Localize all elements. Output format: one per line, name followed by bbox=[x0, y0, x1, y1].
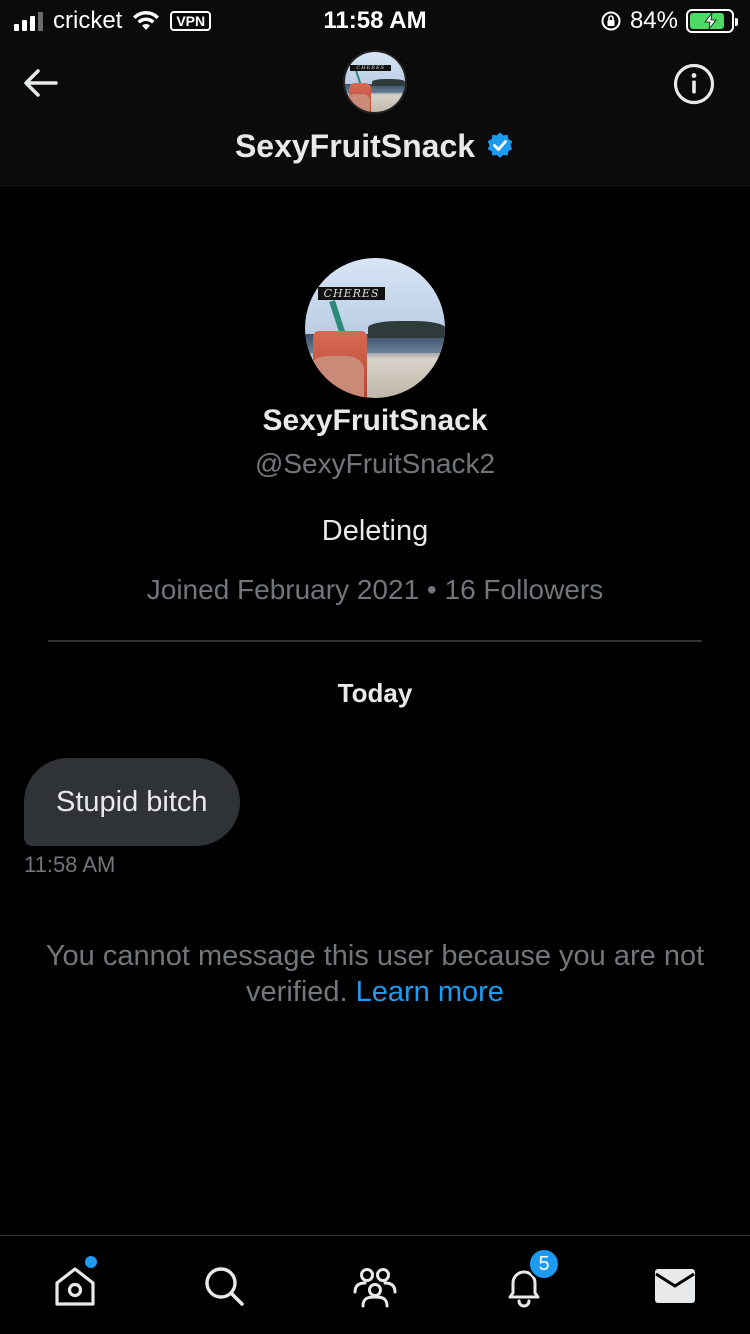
message-bubble[interactable]: Stupid bitch bbox=[24, 758, 240, 846]
notifications-badge: 5 bbox=[528, 1248, 560, 1280]
status-right: 84% bbox=[600, 7, 738, 35]
home-new-indicator bbox=[85, 1256, 97, 1268]
tab-bar: 5 bbox=[0, 1235, 750, 1334]
header-name: SexyFruitSnack bbox=[234, 128, 476, 164]
avatar-image: CHERES bbox=[345, 52, 405, 112]
learn-more-link[interactable]: Learn more bbox=[356, 976, 504, 1008]
tab-search[interactable] bbox=[200, 1262, 248, 1310]
dm-screen: cricket VPN 11:58 AM 84% CHERES SexyFrui… bbox=[0, 0, 750, 1334]
top-area: cricket VPN 11:58 AM 84% CHERES SexyFrui… bbox=[0, 0, 750, 186]
date-separator: Today bbox=[337, 678, 413, 708]
battery-cap bbox=[735, 18, 738, 26]
profile-handle: @SexyFruitSnack2 bbox=[254, 448, 496, 479]
tab-communities[interactable] bbox=[351, 1262, 399, 1310]
mail-icon bbox=[655, 1269, 695, 1303]
header-avatar[interactable]: CHERES bbox=[343, 50, 407, 114]
tab-notifications[interactable]: 5 bbox=[500, 1248, 560, 1310]
orientation-lock-icon bbox=[601, 11, 621, 31]
search-icon bbox=[205, 1267, 244, 1306]
header-title[interactable]: SexyFruitSnack bbox=[0, 128, 750, 165]
divider bbox=[48, 640, 702, 642]
conversation-header: CHERES SexyFruitSnack bbox=[0, 42, 750, 186]
battery-percent: 84% bbox=[629, 7, 678, 34]
cannot-message-notice: You cannot message this user because you… bbox=[30, 938, 720, 1010]
home-icon bbox=[55, 1267, 95, 1306]
info-icon[interactable] bbox=[672, 62, 716, 106]
profile-avatar[interactable]: CHERES bbox=[305, 258, 445, 398]
avatar-caption: CHERES bbox=[317, 287, 386, 301]
avatar-image: CHERES bbox=[305, 258, 445, 398]
verified-badge-icon bbox=[487, 132, 513, 158]
avatar-caption: CHERES bbox=[350, 64, 392, 71]
status-bar: cricket VPN 11:58 AM 84% bbox=[0, 0, 750, 42]
message-timestamp: 11:58 AM bbox=[24, 852, 116, 877]
battery-icon bbox=[686, 9, 738, 33]
profile-bio: Deleting bbox=[321, 515, 429, 547]
profile-meta: Joined February 2021 • 16 Followers bbox=[146, 574, 604, 605]
profile-name[interactable]: SexyFruitSnack bbox=[0, 404, 750, 438]
tab-home[interactable] bbox=[51, 1256, 99, 1310]
charging-bolt-icon bbox=[704, 12, 717, 30]
communities-icon bbox=[353, 1268, 397, 1308]
tab-messages[interactable] bbox=[651, 1262, 699, 1310]
arrow-left-icon[interactable] bbox=[20, 62, 62, 104]
